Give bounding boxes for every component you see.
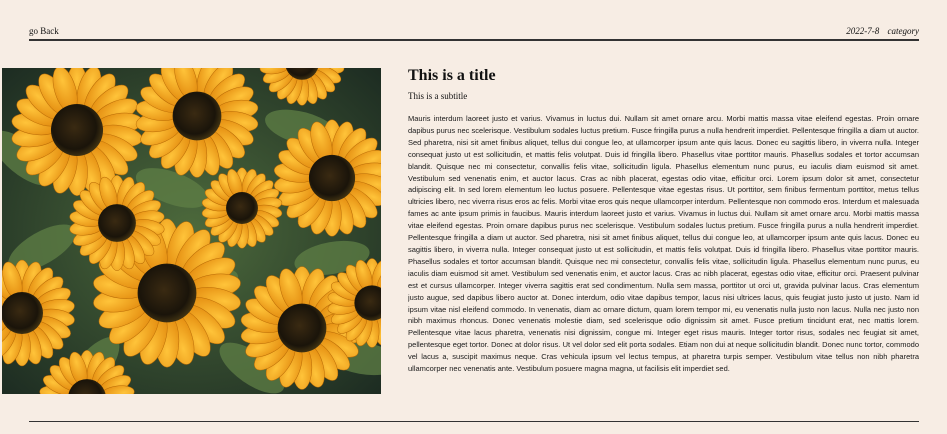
article-title: This is a title — [408, 67, 496, 84]
sunflower-illustration — [2, 68, 381, 394]
go-back-link[interactable]: go Back — [29, 26, 59, 36]
article-subtitle: This is a subtitle — [408, 91, 468, 101]
post-date: 2022-7-8 — [846, 26, 880, 36]
bottom-divider — [29, 421, 919, 422]
article: This is a title This is a subtitle Mauri… — [408, 66, 919, 395]
post-category[interactable]: category — [888, 26, 920, 36]
top-bar: go Back 2022-7-8 category — [29, 24, 919, 41]
post-meta: 2022-7-8 category — [840, 26, 919, 36]
article-body: Mauris interdum laoreet justo et varius.… — [408, 114, 919, 374]
sunflower-image — [2, 68, 381, 394]
